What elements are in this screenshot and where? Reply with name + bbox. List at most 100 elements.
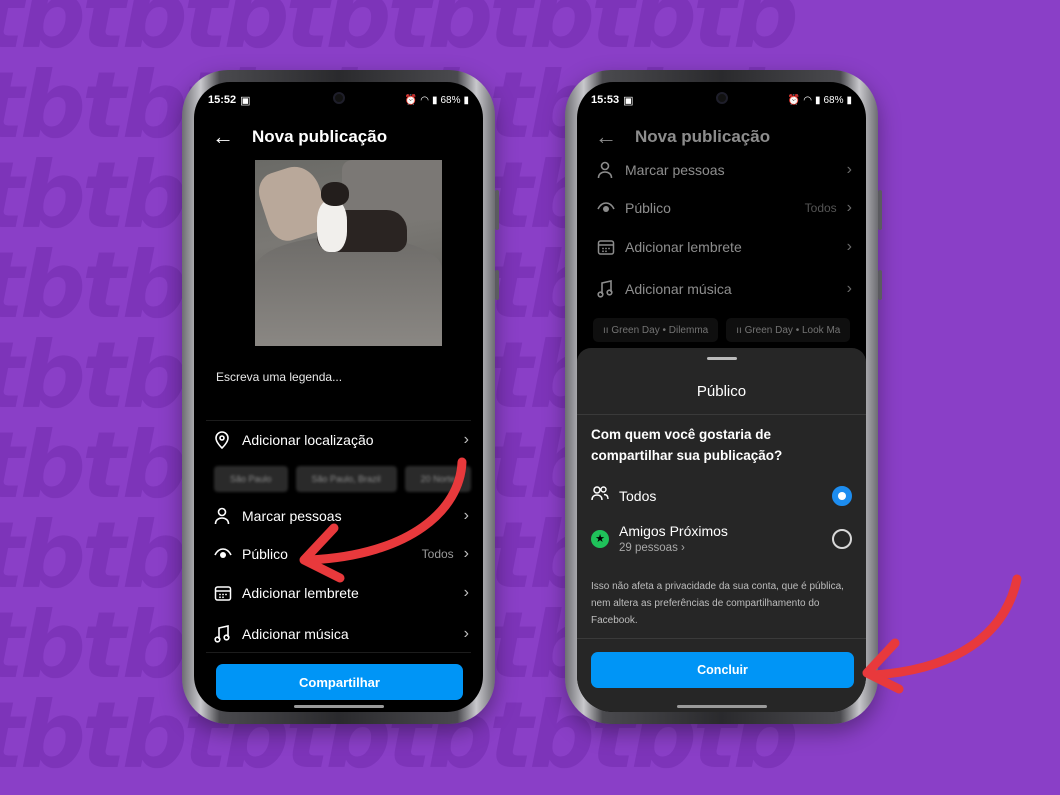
volume-button [495,190,499,230]
audience-row[interactable]: Público Todos › [597,193,852,223]
add-music-row[interactable]: Adicionar música › [214,619,469,649]
top-bar: ← Nova publicação [595,122,848,152]
close-friends-count-link[interactable]: 29 pessoas › [619,542,832,554]
home-indicator [293,705,384,708]
photo-cat-head [321,182,349,206]
star-icon: ★ [591,529,609,548]
battery-icon: ▮ [846,94,852,106]
divider [577,638,866,639]
battery-level: 68% [823,94,844,106]
page-title: Nova publicação [252,127,388,146]
tag-people-label: Marcar pessoas [242,508,342,524]
front-camera [332,92,345,104]
share-button[interactable]: Compartilhar [216,664,463,700]
tag-people-label: Marcar pessoas [625,162,725,178]
music-suggestions: ıı Green Day • Dilemma ıı Green Day • Lo… [593,318,851,342]
music-chip-label: Green Day • Look Ma [744,324,841,336]
chevron-right-icon: › [463,584,469,601]
sheet-title: Público [696,383,747,400]
chevron-right-icon: › [846,280,852,297]
audience-label: Público [625,200,671,216]
add-reminder-label: Adicionar lembrete [242,585,359,601]
chevron-right-icon: › [846,199,852,216]
music-chip[interactable]: ıı Green Day • Dilemma [593,318,719,342]
alarm-icon: ⏰ [404,94,418,106]
divider [577,414,866,415]
music-note-icon [597,280,625,298]
phone-left: 15:52 ▣ ⏰ ◠ ▮ 68% ▮ ← Nova publicação Es… [182,70,499,724]
wifi-icon: ◠ [803,94,812,106]
add-reminder-row[interactable]: Adicionar lembrete › [214,578,469,608]
close-friends-count: 29 pessoas [619,542,678,554]
page-title: Nova publicação [635,127,771,146]
status-time: 15:53 [591,94,620,106]
power-button [878,270,882,300]
caption-input[interactable]: Escreva uma legenda... [216,370,342,384]
battery-icon: ▮ [463,94,469,106]
home-indicator [676,705,767,708]
music-note-icon [214,625,242,643]
back-arrow-icon[interactable]: ← [212,124,252,150]
location-chip[interactable]: 20 Norte [404,466,472,492]
chevron-right-icon: › [463,625,469,642]
top-bar: ← Nova publicação [212,122,465,152]
tag-people-row[interactable]: Marcar pessoas › [214,501,469,531]
add-music-label: Adicionar música [625,281,732,297]
option-close-friends-label: Amigos Próximos [619,523,728,539]
screen-new-post: 15:52 ▣ ⏰ ◠ ▮ 68% ▮ ← Nova publicação Es… [194,82,483,712]
chevron-right-icon: › [846,238,852,255]
privacy-disclaimer: Isso não afeta a privacidade da sua cont… [591,581,844,626]
eye-icon [214,547,242,561]
chevron-right-icon: › [846,161,852,178]
music-chip[interactable]: ıı Green Day • Look Ma [726,318,851,342]
sheet-drag-handle[interactable] [706,357,737,360]
option-everyone[interactable]: Todos [591,485,852,506]
power-button [495,270,499,300]
back-arrow-icon[interactable]: ← [595,124,635,150]
signal-icon: ▮ [814,94,821,106]
option-everyone-label: Todos [619,487,657,504]
add-reminder-row[interactable]: Adicionar lembrete › [597,232,852,262]
option-close-friends[interactable]: ★ Amigos Próximos 29 pessoas › [591,523,852,554]
phone-right: 15:53 ▣ ⏰ ◠ ▮ 68% ▮ ← Nova publicação Ma… [565,70,882,724]
front-camera [715,92,728,104]
radio-unselected-icon[interactable] [832,528,852,549]
chevron-right-icon: › [463,431,469,448]
divider [206,420,471,421]
wifi-icon: ◠ [420,94,429,106]
signal-icon: ▮ [431,94,438,106]
add-location-row[interactable]: Adicionar localização › [214,425,469,455]
person-icon [214,507,242,525]
red-arrow-annotation [862,574,1022,694]
photo-cat-chest [317,200,347,252]
done-button[interactable]: Concluir [591,652,854,688]
add-location-label: Adicionar localização [242,432,374,448]
location-suggestions: São Paulo São Paulo, Brazil 20 Norte [214,466,483,492]
audience-bottom-sheet: Público Com quem você gostaria de compar… [577,348,866,712]
eye-icon [597,201,625,215]
screen-audience-sheet: 15:53 ▣ ⏰ ◠ ▮ 68% ▮ ← Nova publicação Ma… [577,82,866,712]
status-time: 15:52 [208,94,237,106]
people-icon [591,485,619,506]
location-chip[interactable]: São Paulo, Brazil [295,466,397,492]
chevron-right-icon: › [463,545,469,562]
location-chip[interactable]: São Paulo [214,466,288,492]
post-photo[interactable] [255,160,442,346]
music-chip-label: Green Day • Dilemma [611,324,709,336]
audience-row[interactable]: Público Todos › [214,539,469,569]
audience-value: Todos [421,547,454,561]
alarm-icon: ⏰ [787,94,801,106]
add-music-row[interactable]: Adicionar música › [597,274,852,304]
chevron-right-icon: › [463,507,469,524]
battery-level: 68% [440,94,461,106]
volume-button [878,190,882,230]
add-reminder-label: Adicionar lembrete [625,239,742,255]
audience-value: Todos [804,201,837,215]
calendar-icon [597,238,625,256]
radio-selected-icon[interactable] [832,485,852,506]
sheet-question: Com quem você gostaria de compartilhar s… [591,427,783,463]
divider [206,652,471,653]
calendar-icon [214,584,242,602]
tag-people-row[interactable]: Marcar pessoas › [597,155,852,185]
location-pin-icon [214,431,242,449]
